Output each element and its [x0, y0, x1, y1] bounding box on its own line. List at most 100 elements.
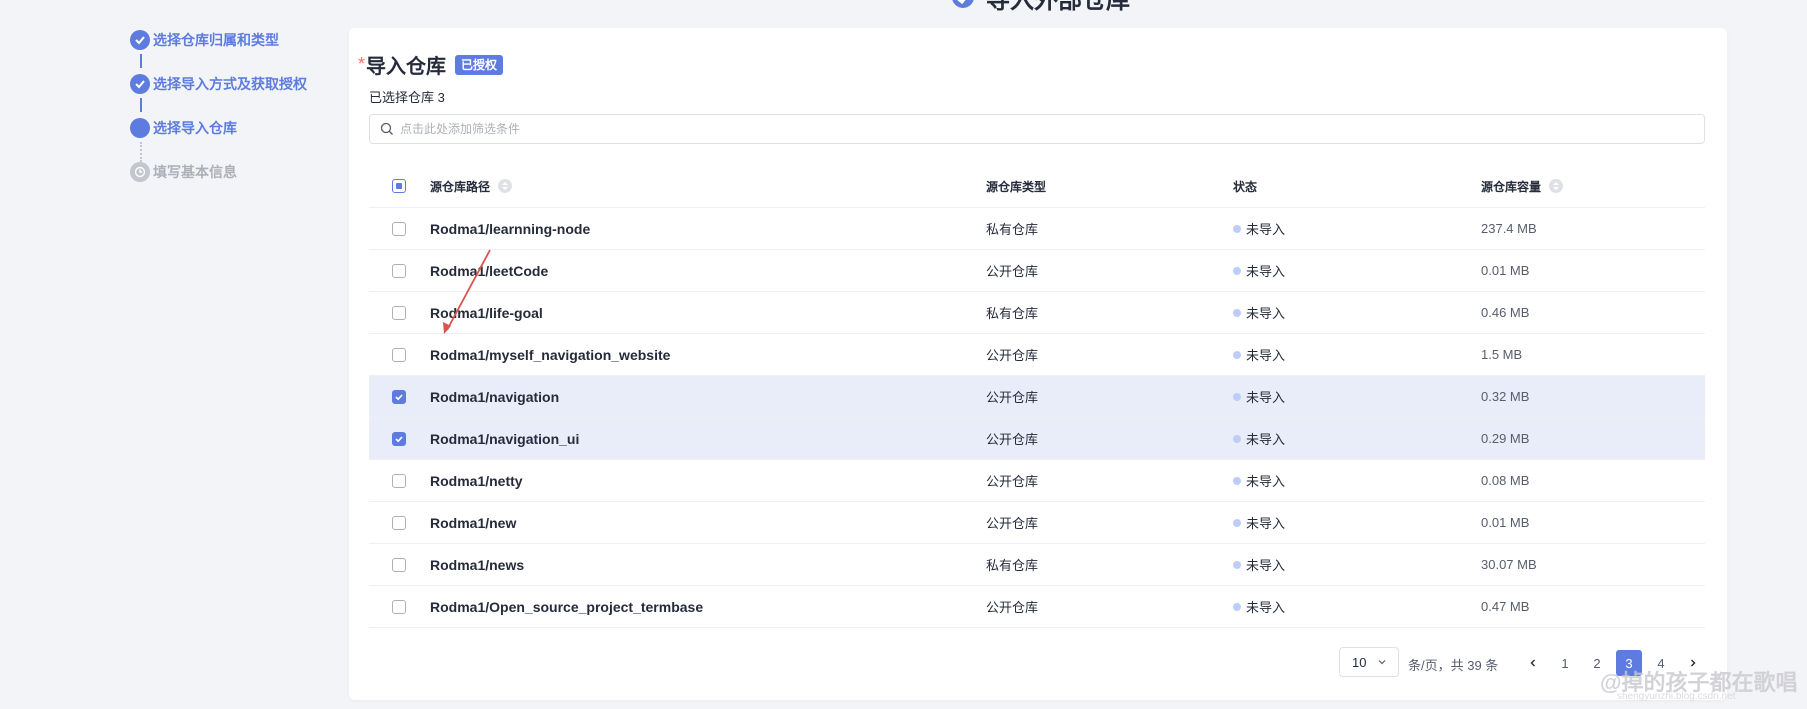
table-row[interactable]: Rodma1/leetCode 公开仓库 未导入 0.01 MB [369, 250, 1705, 292]
repo-size: 1.5 MB [1481, 347, 1523, 362]
repo-path: Rodma1/Open_source_project_termbase [430, 598, 704, 615]
step-2: 选择导入方式及获取授权 [130, 74, 307, 94]
status-label: 未导入 [1246, 306, 1286, 321]
repo-size: 0.29 MB [1481, 431, 1530, 446]
status-label: 未导入 [1246, 432, 1286, 447]
sort-icon[interactable] [498, 179, 513, 193]
repo-size: 0.32 MB [1481, 389, 1530, 404]
repo-status: 未导入 [1233, 345, 1285, 364]
row-checkbox[interactable] [392, 557, 406, 572]
repo-path: Rodma1/myself_navigation_website [430, 346, 671, 363]
repo-type: 私有仓库 [986, 558, 1039, 573]
table-row[interactable]: Rodma1/new 公开仓库 未导入 0.01 MB [369, 502, 1705, 544]
page-title-text: 导入外部仓库 [986, 0, 1130, 14]
repo-status: 未导入 [1233, 387, 1285, 406]
select-all-checkbox[interactable] [392, 179, 406, 193]
repo-type: 公开仓库 [986, 390, 1039, 405]
repo-size: 0.47 MB [1481, 599, 1530, 614]
step-4: 填写基本信息 [130, 162, 237, 182]
status-dot [1233, 266, 1241, 275]
repo-status: 未导入 [1233, 597, 1285, 616]
step-label: 选择导入仓库 [153, 120, 237, 136]
status-dot [1233, 602, 1241, 611]
repo-status: 未导入 [1233, 303, 1285, 322]
repo-path: Rodma1/navigation [430, 388, 560, 405]
repo-status: 未导入 [1233, 471, 1285, 490]
repo-status: 未导入 [1233, 261, 1285, 280]
repo-type: 公开仓库 [986, 264, 1039, 279]
repo-type: 公开仓库 [986, 348, 1039, 363]
repo-path: Rodma1/leetCode [430, 262, 549, 279]
repo-path: Rodma1/navigation_ui [430, 430, 580, 447]
header-status: 状态 [1233, 179, 1258, 194]
status-label: 未导入 [1246, 390, 1286, 405]
repo-status: 未导入 [1233, 429, 1285, 448]
section-title: 导入仓库 [366, 56, 447, 78]
row-checkbox[interactable] [392, 305, 406, 320]
row-checkbox[interactable] [392, 431, 406, 446]
status-label: 未导入 [1246, 264, 1286, 279]
row-checkbox[interactable] [392, 263, 406, 278]
step-label: 选择仓库归属和类型 [153, 32, 279, 48]
table-row[interactable]: Rodma1/life-goal 私有仓库 未导入 0.46 MB [369, 292, 1705, 334]
step-connector [140, 142, 142, 162]
search-icon [380, 122, 393, 135]
repo-status: 未导入 [1233, 219, 1285, 238]
status-label: 未导入 [1246, 474, 1286, 489]
page-title: 导入外部仓库 [950, 0, 1130, 14]
row-checkbox[interactable] [392, 473, 406, 488]
header-size: 源仓库容量 [1481, 178, 1564, 195]
page-size-select[interactable]: 10 [1339, 647, 1399, 677]
table-row[interactable]: Rodma1/myself_navigation_website 公开仓库 未导… [369, 334, 1705, 376]
filter-bar[interactable] [369, 114, 1705, 144]
selected-count: 已选择仓库 3 [369, 90, 445, 105]
clock-icon [130, 162, 150, 182]
row-checkbox[interactable] [392, 389, 406, 404]
header-size-label: 源仓库容量 [1481, 179, 1542, 194]
check-icon [130, 30, 150, 50]
table-row[interactable]: Rodma1/navigation 公开仓库 未导入 0.32 MB [369, 376, 1705, 418]
status-label: 未导入 [1246, 348, 1286, 363]
authorized-badge: 已授权 [455, 54, 504, 75]
repo-size: 30.07 MB [1481, 557, 1537, 572]
repo-status: 未导入 [1233, 513, 1285, 532]
status-label: 未导入 [1246, 558, 1286, 573]
step-connector [140, 98, 142, 112]
repo-type: 私有仓库 [986, 222, 1039, 237]
repo-size: 0.08 MB [1481, 473, 1530, 488]
repo-type: 公开仓库 [986, 516, 1039, 531]
step-1: 选择仓库归属和类型 [130, 30, 279, 50]
prev-page-button[interactable] [1520, 650, 1546, 676]
step-label: 填写基本信息 [153, 164, 237, 180]
step-3: 选择导入仓库 [130, 118, 237, 138]
check-icon [130, 74, 150, 94]
filter-input[interactable] [398, 121, 1692, 137]
header-type: 源仓库类型 [986, 179, 1047, 194]
page-button[interactable]: 1 [1552, 650, 1578, 676]
repo-status: 未导入 [1233, 555, 1285, 574]
table-row[interactable]: Rodma1/learnning-node 私有仓库 未导入 237.4 MB [369, 208, 1705, 250]
required-mark: * [358, 54, 366, 74]
row-checkbox[interactable] [392, 347, 406, 362]
chevron-down-icon [1378, 660, 1386, 665]
repo-size: 0.01 MB [1481, 515, 1530, 530]
repo-size: 0.46 MB [1481, 305, 1530, 320]
table-row[interactable]: Rodma1/netty 公开仓库 未导入 0.08 MB [369, 460, 1705, 502]
page-size-value: 10 [1352, 654, 1367, 670]
watermark-url: shengyunzhi.blog.csdn.net [1617, 691, 1736, 702]
status-dot [1233, 518, 1241, 527]
status-dot [1233, 350, 1241, 359]
row-checkbox[interactable] [392, 599, 406, 614]
sort-icon[interactable] [1549, 179, 1564, 193]
repo-type: 公开仓库 [986, 432, 1039, 447]
repo-size: 0.01 MB [1481, 263, 1530, 278]
status-dot [1233, 392, 1241, 401]
section-header: * 导入仓库 已授权 [358, 50, 504, 79]
row-checkbox[interactable] [392, 221, 406, 236]
row-checkbox[interactable] [392, 515, 406, 530]
table-row[interactable]: Rodma1/Open_source_project_termbase 公开仓库… [369, 586, 1705, 628]
repo-table: 源仓库路径 源仓库类型 状态 源仓库容量 Rodma1/learnning-no… [369, 165, 1705, 628]
table-row[interactable]: Rodma1/news 私有仓库 未导入 30.07 MB [369, 544, 1705, 586]
table-row[interactable]: Rodma1/navigation_ui 公开仓库 未导入 0.29 MB [369, 418, 1705, 460]
app-logo-icon [952, 0, 974, 8]
